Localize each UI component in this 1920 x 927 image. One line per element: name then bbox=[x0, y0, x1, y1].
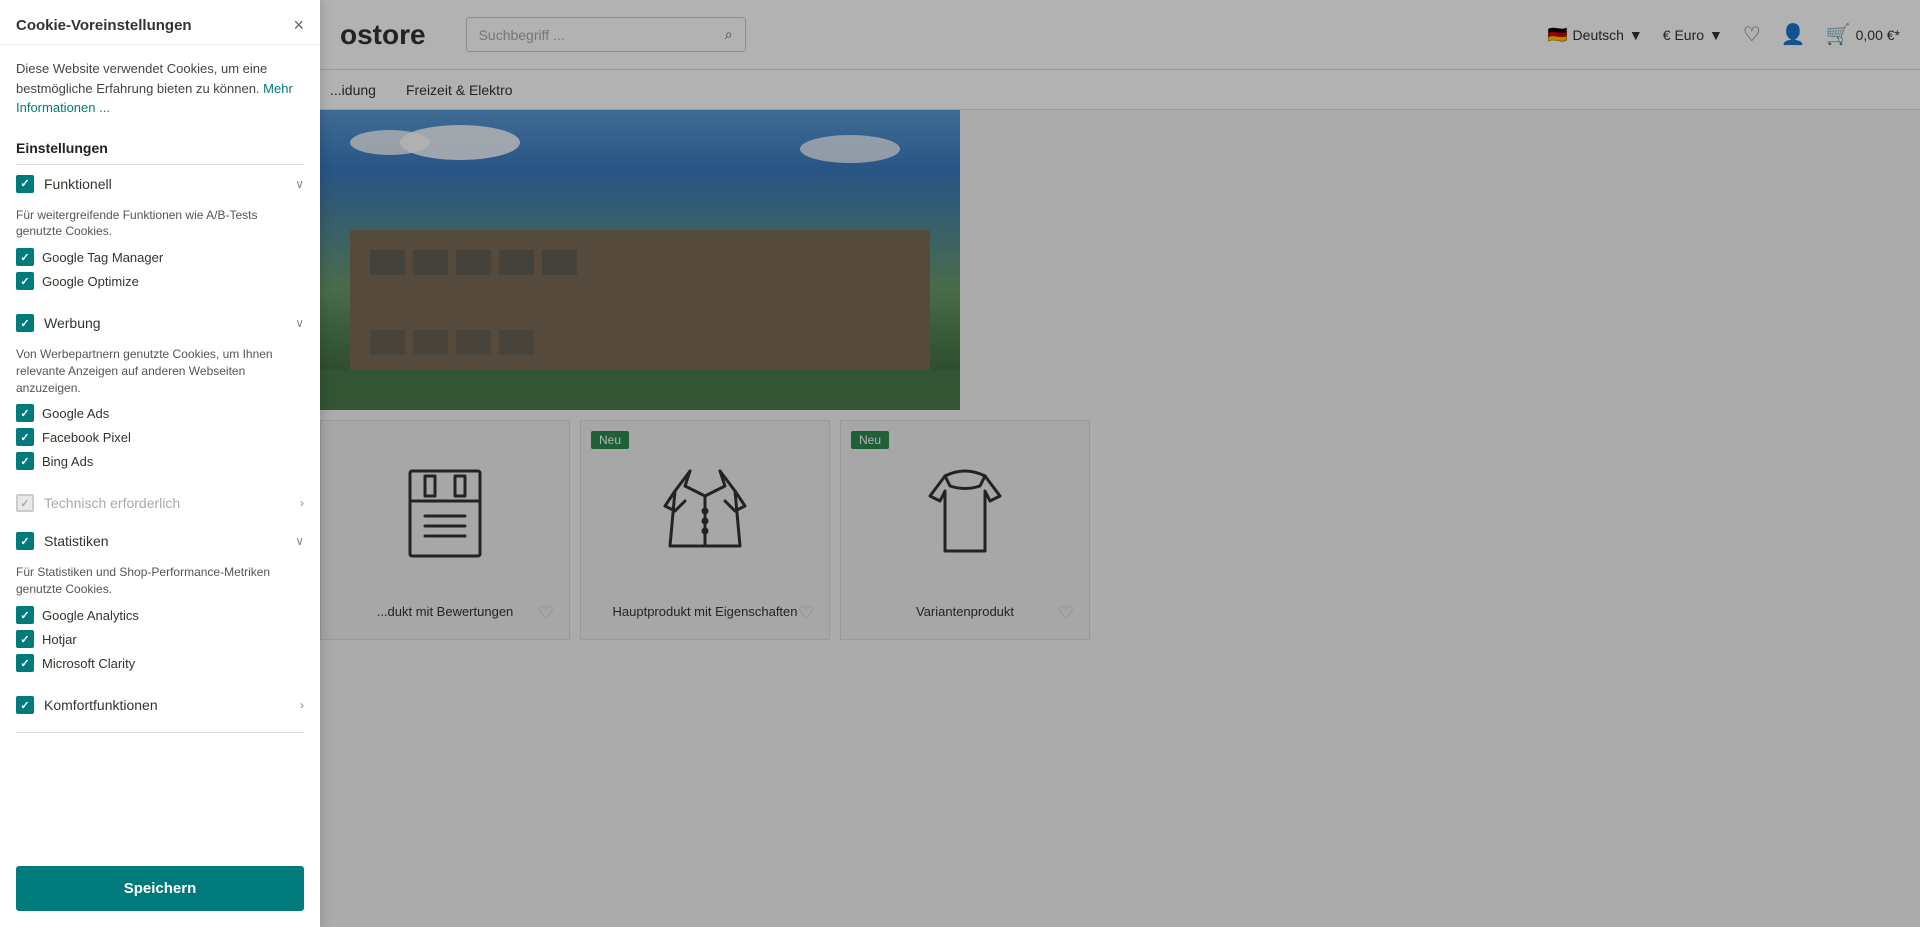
chevron-down-werbung: ∨ bbox=[295, 316, 304, 330]
category-statistiken[interactable]: Statistiken ∨ bbox=[0, 522, 320, 560]
chevron-down-funktionell: ∨ bbox=[295, 177, 304, 191]
cat-left-werbung: Werbung bbox=[16, 314, 101, 332]
cat-label-technisch: Technisch erforderlich bbox=[44, 495, 180, 511]
checkbox-gtm[interactable] bbox=[16, 248, 34, 266]
category-werbung[interactable]: Werbung ∨ bbox=[0, 304, 320, 342]
label-bingads: Bing Ads bbox=[42, 454, 93, 469]
cat-label-statistiken: Statistiken bbox=[44, 533, 109, 549]
chevron-right-komfort: › bbox=[300, 698, 304, 712]
label-hotjar: Hotjar bbox=[42, 632, 77, 647]
cookie-header: Cookie-Voreinstellungen × bbox=[0, 0, 320, 45]
checkbox-fbpixel[interactable] bbox=[16, 428, 34, 446]
sub-item-bingads: Bing Ads bbox=[16, 452, 304, 470]
category-technisch[interactable]: Technisch erforderlich › bbox=[0, 484, 320, 522]
sub-item-goptimize: Google Optimize bbox=[16, 272, 304, 290]
sub-item-ga: Google Analytics bbox=[16, 606, 304, 624]
label-msclarity: Microsoft Clarity bbox=[42, 656, 135, 671]
checkbox-werbung[interactable] bbox=[16, 314, 34, 332]
checkbox-gads[interactable] bbox=[16, 404, 34, 422]
category-komfort[interactable]: Komfortfunktionen › bbox=[0, 686, 320, 724]
checkbox-goptimize[interactable] bbox=[16, 272, 34, 290]
sub-desc-werbung: Von Werbepartnern genutzte Cookies, um I… bbox=[16, 346, 304, 396]
chevron-right-technisch: › bbox=[300, 496, 304, 510]
chevron-down-statistiken: ∨ bbox=[295, 534, 304, 548]
settings-label: Einstellungen bbox=[0, 132, 320, 164]
cat-left-technisch: Technisch erforderlich bbox=[16, 494, 180, 512]
sub-desc-funktionell: Für weitergreifende Funktionen wie A/B-T… bbox=[16, 207, 304, 241]
label-goptimize: Google Optimize bbox=[42, 274, 139, 289]
cookie-intro-text: Diese Website verwendet Cookies, um eine… bbox=[16, 61, 267, 96]
cookie-intro: Diese Website verwendet Cookies, um eine… bbox=[0, 45, 320, 132]
checkbox-technisch bbox=[16, 494, 34, 512]
checkbox-msclarity[interactable] bbox=[16, 654, 34, 672]
overlay bbox=[320, 0, 1920, 927]
save-button[interactable]: Speichern bbox=[16, 866, 304, 911]
category-funktionell[interactable]: Funktionell ∨ bbox=[0, 165, 320, 203]
label-gtm: Google Tag Manager bbox=[42, 250, 163, 265]
checkbox-komfort[interactable] bbox=[16, 696, 34, 714]
close-button[interactable]: × bbox=[293, 16, 304, 34]
sub-item-gads: Google Ads bbox=[16, 404, 304, 422]
sub-items-statistiken: Für Statistiken und Shop-Performance-Met… bbox=[0, 560, 320, 686]
sub-items-funktionell: Für weitergreifende Funktionen wie A/B-T… bbox=[0, 203, 320, 305]
checkbox-statistiken[interactable] bbox=[16, 532, 34, 550]
label-fbpixel: Facebook Pixel bbox=[42, 430, 131, 445]
cookie-panel: Cookie-Voreinstellungen × Diese Website … bbox=[0, 0, 320, 927]
checkbox-funktionell[interactable] bbox=[16, 175, 34, 193]
sub-items-werbung: Von Werbepartnern genutzte Cookies, um I… bbox=[0, 342, 320, 484]
label-gads: Google Ads bbox=[42, 406, 109, 421]
sub-item-hotjar: Hotjar bbox=[16, 630, 304, 648]
checkbox-hotjar[interactable] bbox=[16, 630, 34, 648]
cat-label-komfort: Komfortfunktionen bbox=[44, 697, 158, 713]
sub-desc-statistiken: Für Statistiken und Shop-Performance-Met… bbox=[16, 564, 304, 598]
cat-left-komfort: Komfortfunktionen bbox=[16, 696, 158, 714]
cookie-panel-title: Cookie-Voreinstellungen bbox=[16, 17, 192, 34]
label-ga: Google Analytics bbox=[42, 608, 139, 623]
cat-left-funktionell: Funktionell bbox=[16, 175, 112, 193]
checkbox-ga[interactable] bbox=[16, 606, 34, 624]
sub-item-gtm: Google Tag Manager bbox=[16, 248, 304, 266]
footer-divider bbox=[16, 732, 304, 733]
sub-item-fbpixel: Facebook Pixel bbox=[16, 428, 304, 446]
sub-item-msclarity: Microsoft Clarity bbox=[16, 654, 304, 672]
cat-label-werbung: Werbung bbox=[44, 315, 101, 331]
cat-label-funktionell: Funktionell bbox=[44, 176, 112, 192]
checkbox-bingads[interactable] bbox=[16, 452, 34, 470]
cat-left-statistiken: Statistiken bbox=[16, 532, 109, 550]
